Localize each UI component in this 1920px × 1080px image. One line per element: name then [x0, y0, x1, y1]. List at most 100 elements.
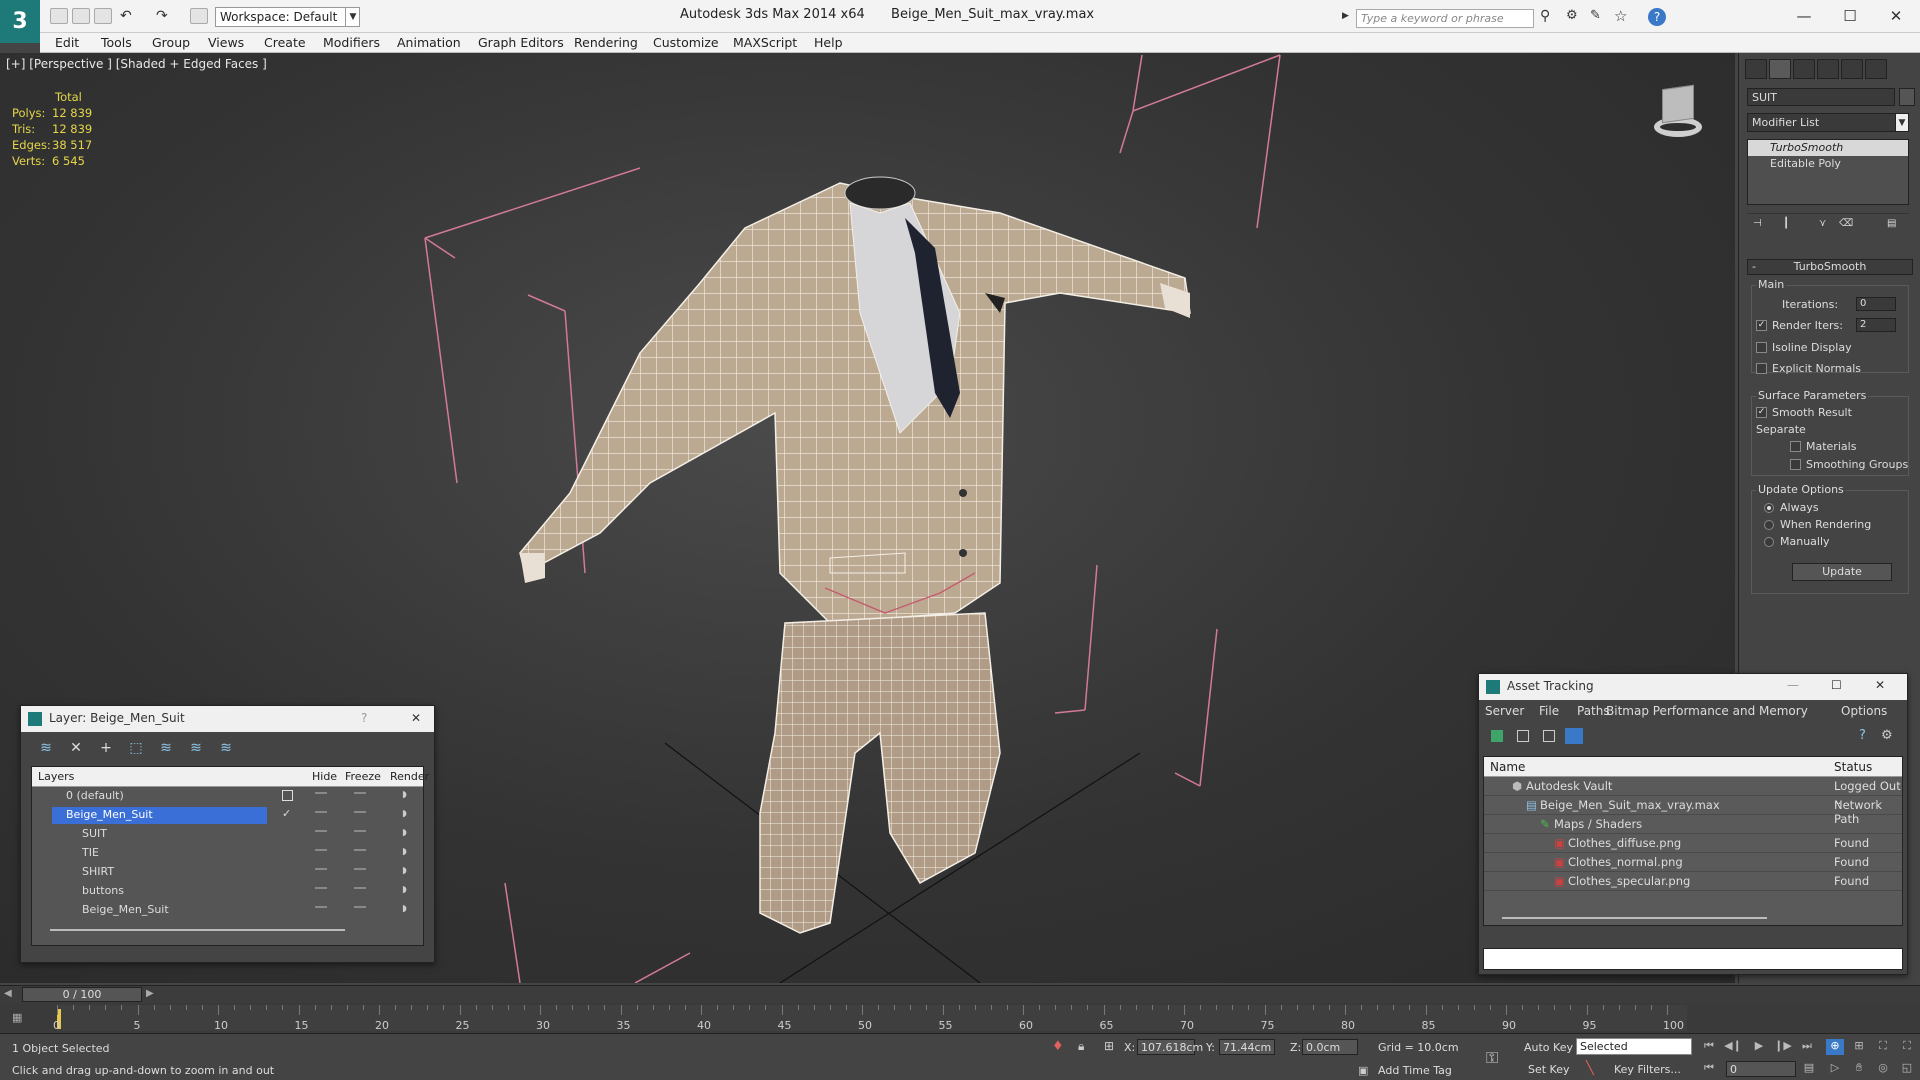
menu-animation[interactable]: Animation: [397, 35, 461, 50]
layer-dialog-titlebar[interactable]: Layer: Beige_Men_Suit ? ✕: [21, 706, 434, 732]
close-icon[interactable]: ✕: [411, 711, 421, 725]
freeze-toggle[interactable]: [354, 887, 366, 889]
turbosmooth-rollout-header[interactable]: - TurboSmooth: [1747, 259, 1913, 275]
active-layer-check-icon[interactable]: ✓: [282, 807, 291, 820]
delete-layer-icon[interactable]: ✕: [67, 740, 85, 758]
freeze-all-icon[interactable]: ≋: [217, 740, 235, 758]
render-toggle-icon[interactable]: ◗: [402, 847, 411, 857]
key-selection-dropdown[interactable]: Selected: [1576, 1038, 1692, 1055]
maximize-viewport-icon[interactable]: ◱: [1898, 1061, 1916, 1077]
menu-maxscript[interactable]: MAXScript: [733, 35, 797, 50]
minimize-icon[interactable]: —: [1794, 6, 1814, 26]
explicit-normals-checkbox[interactable]: [1756, 363, 1767, 374]
maximize-icon[interactable]: ☐: [1840, 6, 1860, 26]
key-icon[interactable]: ⚿: [1486, 1048, 1498, 1068]
close-icon[interactable]: ✕: [1875, 678, 1885, 692]
render-toggle-icon[interactable]: ◗: [402, 828, 411, 838]
manually-radio[interactable]: [1764, 537, 1774, 547]
freeze-toggle[interactable]: [354, 906, 366, 908]
iterations-spinner[interactable]: 0: [1856, 297, 1896, 311]
asset-dialog-titlebar[interactable]: Asset Tracking — ☐ ✕: [1479, 674, 1907, 700]
timeline-track[interactable]: 0 5 10 15 20 25 30 35 40 45 50 55 60 65 70 75 80 85 90 95 10…: [53, 1005, 1687, 1032]
render-toggle-icon[interactable]: ◗: [402, 904, 411, 914]
refresh-icon[interactable]: [1491, 730, 1503, 742]
app-logo-icon[interactable]: 3: [0, 0, 40, 43]
render-iters-spinner[interactable]: 2: [1856, 318, 1896, 332]
key-filters-button[interactable]: Key Filters...: [1614, 1063, 1681, 1076]
redo-icon[interactable]: ↷: [156, 8, 174, 24]
smooth-result-checkbox[interactable]: ✓: [1756, 407, 1767, 418]
layer-row[interactable]: Beige_Men_Suit ✓ ◗: [32, 806, 423, 825]
lock-selection-icon[interactable]: 🔒︎: [1078, 1039, 1084, 1054]
auto-key-button[interactable]: Auto Key: [1524, 1041, 1573, 1054]
add-time-tag-button[interactable]: Add Time Tag: [1378, 1064, 1452, 1077]
render-toggle-icon[interactable]: ◗: [402, 809, 411, 819]
create-tab-icon[interactable]: [1745, 59, 1767, 79]
undo-icon[interactable]: ↶: [120, 8, 138, 24]
close-icon[interactable]: ✕: [1886, 6, 1906, 26]
freeze-toggle[interactable]: [354, 811, 366, 813]
asset-row[interactable]: ▣ Clothes_specular.png Found: [1484, 872, 1902, 891]
go-to-end-icon[interactable]: ⏭: [1798, 1039, 1816, 1055]
time-slider[interactable]: ◀ 0 / 100 ▶: [0, 985, 1920, 1003]
col-name[interactable]: Name: [1490, 760, 1525, 774]
smoothing-groups-checkbox[interactable]: [1790, 459, 1801, 470]
menu-help[interactable]: Help: [814, 35, 843, 50]
freeze-toggle[interactable]: [354, 792, 366, 794]
time-slider-knob[interactable]: 0 / 100: [22, 987, 142, 1002]
field-of-view-icon[interactable]: ▷: [1826, 1061, 1844, 1077]
set-key-icon[interactable]: ╲: [1586, 1061, 1594, 1076]
hierarchy-tab-icon[interactable]: [1793, 59, 1815, 79]
make-unique-icon[interactable]: ⋎: [1819, 218, 1826, 229]
update-button[interactable]: Update: [1792, 563, 1892, 581]
time-tag-icon[interactable]: ▣: [1358, 1064, 1368, 1077]
object-name-field[interactable]: SUIT: [1747, 88, 1895, 106]
expand-icon[interactable]: ▶: [1342, 11, 1349, 21]
col-layers[interactable]: Layers: [38, 770, 74, 783]
menu-rendering[interactable]: Rendering: [574, 35, 638, 50]
favorites-star-icon[interactable]: ☆: [1614, 7, 1627, 25]
previous-key-icon[interactable]: ◀❙: [1724, 1039, 1742, 1055]
binoculars-icon[interactable]: ⚲: [1540, 8, 1550, 24]
freeze-toggle[interactable]: [354, 830, 366, 832]
hide-toggle[interactable]: [315, 849, 327, 851]
asset-path-field[interactable]: [1483, 948, 1903, 970]
motion-tab-icon[interactable]: [1817, 59, 1839, 79]
add-to-layer-icon[interactable]: +: [97, 740, 115, 758]
col-status[interactable]: Status: [1834, 760, 1872, 774]
menu-create[interactable]: Create: [264, 35, 306, 50]
suit-model[interactable]: [519, 176, 1191, 934]
object-color-swatch[interactable]: [1899, 88, 1915, 106]
minimize-icon[interactable]: —: [1787, 678, 1799, 692]
object-name[interactable]: TIE: [68, 845, 283, 862]
asset-row[interactable]: ▤ Beige_Men_Suit_max_vray.max Network Pa…: [1484, 796, 1902, 826]
menu-modifiers[interactable]: Modifiers: [323, 35, 380, 50]
help-icon[interactable]: ?: [1648, 8, 1666, 26]
highlight-layer-icon[interactable]: ≋: [157, 740, 175, 758]
search-input[interactable]: Type a keyword or phrase: [1356, 9, 1534, 28]
freeze-toggle[interactable]: [354, 868, 366, 870]
asset-row[interactable]: ▣ Clothes_normal.png Found: [1484, 853, 1902, 872]
modifier-list-dropdown[interactable]: Modifier List: [1747, 113, 1909, 132]
grid-view-icon[interactable]: [1565, 728, 1583, 744]
table-view-icon[interactable]: [1543, 730, 1555, 742]
hide-toggle[interactable]: [315, 887, 327, 889]
play-icon[interactable]: ▶: [1750, 1039, 1768, 1055]
zoom-extents-all-icon[interactable]: ⛶: [1898, 1039, 1916, 1055]
menu-file[interactable]: File: [1539, 704, 1559, 718]
layer-row[interactable]: TIE ◗: [32, 844, 423, 863]
remove-modifier-icon[interactable]: ⌫: [1839, 218, 1853, 229]
menu-server[interactable]: Server: [1485, 704, 1524, 718]
pin-stack-icon[interactable]: ⊣: [1753, 218, 1762, 229]
create-layer-icon[interactable]: ≋: [37, 740, 55, 758]
always-radio[interactable]: [1764, 503, 1774, 513]
zoom-all-icon[interactable]: ⊞: [1850, 1039, 1868, 1055]
chevron-down-icon[interactable]: ▼: [345, 7, 360, 27]
hide-toggle[interactable]: [315, 868, 327, 870]
x-coordinate-field[interactable]: 107.618cm: [1137, 1039, 1203, 1055]
zoom-extents-icon[interactable]: ⛶: [1874, 1039, 1892, 1055]
current-frame-field[interactable]: 0: [1726, 1061, 1796, 1077]
utilities-tab-icon[interactable]: [1865, 59, 1887, 79]
when-rendering-radio[interactable]: [1764, 520, 1774, 530]
hide-toggle[interactable]: [315, 792, 327, 794]
